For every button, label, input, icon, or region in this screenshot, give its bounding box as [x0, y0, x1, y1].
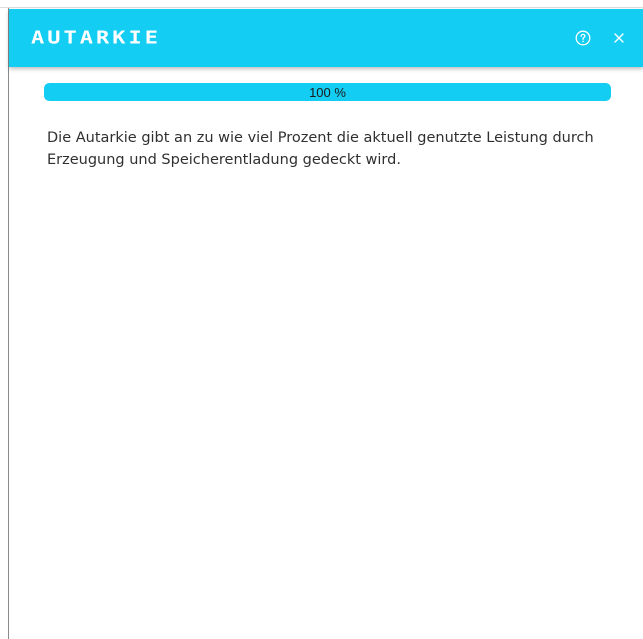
autarky-progress-bar: 100 % [44, 83, 611, 101]
progress-label: 100 % [309, 84, 346, 100]
autarky-description: Die Autarkie gibt an zu wie viel Prozent… [47, 130, 594, 168]
dialog-header: AUTARKIE [9, 9, 643, 67]
dialog-title: AUTARKIE [31, 28, 161, 48]
close-button[interactable] [607, 26, 631, 50]
window-top-edge [0, 0, 643, 8]
window-left-border [8, 8, 9, 639]
help-button[interactable] [571, 26, 595, 50]
help-circle-icon [575, 30, 591, 46]
close-icon [614, 33, 624, 43]
